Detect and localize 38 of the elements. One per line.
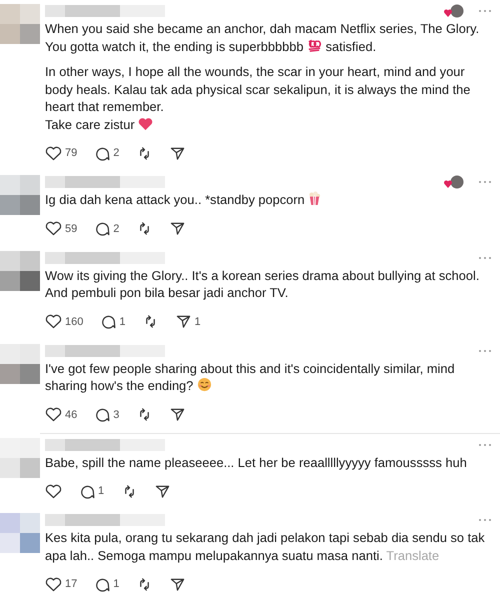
blurred-avatar <box>0 438 40 478</box>
comment-text: Take care zistur <box>45 116 492 133</box>
share-button[interactable] <box>170 407 186 422</box>
hundred-points-icon <box>307 38 322 52</box>
more-options-icon[interactable] <box>478 442 492 446</box>
more-options-icon[interactable] <box>478 180 492 184</box>
comment-text: In other ways, I hope all the wounds, the scar in your heart, mind and your body heals. Kalau tak ada physical scar sekalipun, it is always the mind the heart that remember. <box>45 63 472 116</box>
share-button[interactable] <box>170 576 186 592</box>
comment-text: Babe, spill the name pleaseeee... Let her be reaalllllyyyyy famousssss huh <box>45 454 468 471</box>
reply-button[interactable]: 1 <box>101 314 126 329</box>
blurred-avatar <box>0 4 40 44</box>
blurred-avatar <box>0 250 40 290</box>
smiling-face-icon <box>196 377 212 392</box>
popcorn-icon <box>308 191 322 206</box>
comment-text: Kes kita pula, orang tu sekarang dah jadi pelakon tapi sebab dia sendu so tak apa lah.. Semoga mampu melupakannya suatu masa nanti. Translate <box>45 529 486 564</box>
comment-text: I've got few people sharing about this and it's coincidentally similar, mind sharing how's the ending? <box>45 360 456 394</box>
more-options-icon[interactable] <box>478 348 492 352</box>
share-button[interactable]: 1 <box>176 314 201 329</box>
like-button[interactable] <box>45 484 62 498</box>
share-button[interactable] <box>170 146 186 160</box>
heart-icon <box>138 116 154 130</box>
comment-text: When you said she became an anchor, dah macam Netflix series, The Glory. You gotta watch it, the ending is superbbbbbb satisfied. <box>45 20 480 55</box>
like-button[interactable]: 46 <box>45 407 78 422</box>
more-options-icon[interactable] <box>478 9 492 13</box>
share-button[interactable] <box>170 221 186 236</box>
reply-button[interactable]: 1 <box>80 484 104 498</box>
comment-text: Wow its giving the Glory.. It's a korean series drama about bullying at school. And pembuli pon bila besar jadi anchor TV. <box>45 266 480 302</box>
like-button[interactable]: 79 <box>45 146 78 160</box>
blurred-avatar <box>0 513 40 553</box>
blurred-avatar <box>0 344 40 384</box>
blurred-avatar <box>0 175 40 215</box>
more-options-icon[interactable] <box>478 518 492 522</box>
comment-text: Ig dia dah kena attack you.. *standby popcorn <box>45 191 492 208</box>
like-button[interactable]: 59 <box>45 221 78 236</box>
like-button[interactable]: 160 <box>45 314 84 329</box>
like-button[interactable]: 17 <box>45 576 78 592</box>
share-button[interactable] <box>155 484 170 498</box>
more-options-icon[interactable] <box>478 256 492 260</box>
